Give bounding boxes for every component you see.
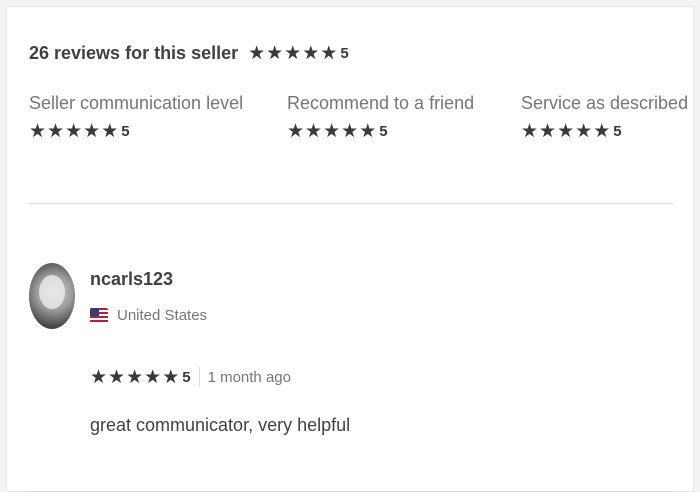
star-icon: ★ <box>144 366 162 388</box>
star-icon: ★ <box>359 121 377 142</box>
summary-star-rating: ★ ★ ★ ★ ★ 5 <box>248 44 349 63</box>
star-icon: ★ <box>575 121 593 142</box>
reviews-card: 26 reviews for this seller ★ ★ ★ ★ ★ 5 S… <box>6 6 694 492</box>
star-icon: ★ <box>266 43 284 64</box>
breakdown-service: Service as described ★ ★ ★ ★ ★ 5 <box>521 93 688 142</box>
country-name: United States <box>117 307 208 324</box>
breakdown-rating-score: 5 <box>613 123 622 140</box>
star-icon: ★ <box>287 121 305 142</box>
reviewer-country: United States <box>90 307 207 324</box>
star-icon: ★ <box>65 121 83 142</box>
breakdown-label: Service as described <box>521 93 689 113</box>
star-icon: ★ <box>47 121 65 142</box>
breakdown-star-rating: ★ ★ ★ ★ ★ 5 <box>287 122 388 141</box>
summary-rating-score: 5 <box>340 45 349 62</box>
breakdown-rating-score: 5 <box>121 123 130 140</box>
review-meta: ★ ★ ★ ★ ★ 5 1 month ago <box>90 367 291 387</box>
star-icon: ★ <box>284 43 302 64</box>
star-icon: ★ <box>108 366 126 388</box>
star-icon: ★ <box>341 121 359 142</box>
reviewer-username[interactable]: ncarls123 <box>90 269 173 290</box>
breakdown-label: Seller communication level <box>29 93 244 113</box>
star-icon: ★ <box>126 366 144 388</box>
star-icon: ★ <box>162 366 180 388</box>
breakdown-star-rating: ★ ★ ★ ★ ★ 5 <box>29 122 130 141</box>
star-icon: ★ <box>593 121 611 142</box>
breakdown-star-rating: ★ ★ ★ ★ ★ 5 <box>521 122 622 141</box>
star-icon: ★ <box>90 366 108 388</box>
star-icon: ★ <box>521 121 539 142</box>
star-icon: ★ <box>302 43 320 64</box>
star-icon: ★ <box>29 121 47 142</box>
section-divider <box>29 203 673 204</box>
review-star-rating: ★ ★ ★ ★ ★ 5 <box>90 368 191 387</box>
breakdown-label: Recommend to a friend <box>287 93 475 113</box>
us-flag-icon <box>90 307 108 324</box>
star-icon: ★ <box>83 121 101 142</box>
avatar-face <box>39 275 65 309</box>
review-rating-score: 5 <box>182 368 191 386</box>
review-text: great communicator, very helpful <box>90 415 351 435</box>
meta-separator <box>198 367 200 387</box>
breakdown-rating-score: 5 <box>379 123 388 140</box>
user-avatar[interactable] <box>29 263 75 329</box>
reviews-summary-title: 26 reviews for this seller <box>29 43 239 63</box>
star-icon: ★ <box>248 43 266 64</box>
star-icon: ★ <box>539 121 557 142</box>
star-icon: ★ <box>320 43 338 64</box>
star-icon: ★ <box>101 121 119 142</box>
star-icon: ★ <box>305 121 323 142</box>
review-time-ago: 1 month ago <box>207 368 291 386</box>
breakdown-recommend: Recommend to a friend ★ ★ ★ ★ ★ 5 <box>287 93 474 142</box>
breakdown-communication: Seller communication level ★ ★ ★ ★ ★ 5 <box>29 93 243 142</box>
reviews-summary: 26 reviews for this seller ★ ★ ★ ★ ★ 5 <box>29 43 349 64</box>
star-icon: ★ <box>323 121 341 142</box>
star-icon: ★ <box>557 121 575 142</box>
